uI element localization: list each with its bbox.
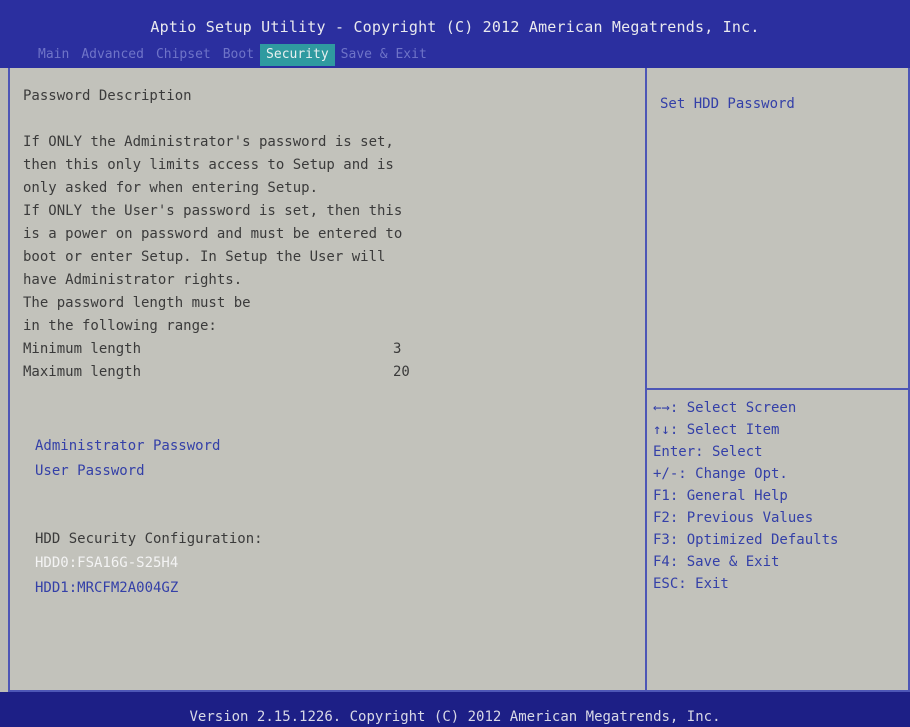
key-exit: ESC: Exit <box>653 576 729 592</box>
minimum-length-row: Minimum length 3 <box>23 338 623 361</box>
panel-divider <box>645 68 647 692</box>
app-title: Aptio Setup Utility - Copyright (C) 2012… <box>150 18 760 36</box>
description-line: only asked for when entering Setup. <box>23 180 319 196</box>
description-line: have Administrator rights. <box>23 272 243 288</box>
key-select-screen: ←→: Select Screen <box>653 400 797 416</box>
maximum-length-value: 20 <box>393 364 410 380</box>
tab-advanced[interactable]: Advanced <box>75 44 150 66</box>
description-line: boot or enter Setup. In Setup the User w… <box>23 249 386 265</box>
header-bar: Aptio Setup Utility - Copyright (C) 2012… <box>0 0 910 68</box>
maximum-length-row: Maximum length 20 <box>23 361 623 384</box>
minimum-length-value: 3 <box>393 341 402 357</box>
key-previous-values: F2: Previous Values <box>653 510 814 526</box>
maximum-length-label: Maximum length <box>23 364 142 380</box>
hdd-security-config-label: HDD Security Configuration: <box>35 531 263 547</box>
item-help-text: Set HDD Password <box>660 96 795 112</box>
key-legend: ←→: Select Screen ↑↓: Select Item Enter:… <box>653 397 903 595</box>
key-general-help: F1: General Help <box>653 488 788 504</box>
description-line: The password length must be <box>23 295 251 311</box>
tab-save-exit[interactable]: Save & Exit <box>335 44 433 66</box>
section-title: Password Description <box>23 88 192 104</box>
key-enter-select: Enter: Select <box>653 444 763 460</box>
key-optimized-defaults: F3: Optimized Defaults <box>653 532 839 548</box>
tab-security[interactable]: Security <box>260 44 335 66</box>
version-footer: Version 2.15.1226. Copyright (C) 2012 Am… <box>189 709 721 725</box>
tab-boot[interactable]: Boot <box>217 44 260 66</box>
footer-bar: Version 2.15.1226. Copyright (C) 2012 Am… <box>0 692 910 727</box>
hdd0-item[interactable]: HDD0:FSA16G-S25H4 <box>35 551 623 576</box>
administrator-password-item[interactable]: Administrator Password <box>35 434 623 459</box>
key-change-option: +/-: Change Opt. <box>653 466 788 482</box>
help-divider <box>647 388 908 390</box>
password-description: If ONLY the Administrator's password is … <box>23 131 623 338</box>
tab-bar: Main Advanced Chipset Boot Security Save… <box>32 44 433 66</box>
description-line: then this only limits access to Setup an… <box>23 157 394 173</box>
security-panel: Password Description If ONLY the Adminis… <box>23 88 623 601</box>
key-select-item: ↑↓: Select Item <box>653 422 780 438</box>
hdd1-item[interactable]: HDD1:MRCFM2A004GZ <box>35 576 623 601</box>
tab-chipset[interactable]: Chipset <box>150 44 217 66</box>
description-line: in the following range: <box>23 318 217 334</box>
user-password-item[interactable]: User Password <box>35 459 623 484</box>
tab-main[interactable]: Main <box>32 44 75 66</box>
description-line: is a power on password and must be enter… <box>23 226 403 242</box>
key-save-exit: F4: Save & Exit <box>653 554 780 570</box>
minimum-length-label: Minimum length <box>23 341 142 357</box>
description-line: If ONLY the Administrator's password is … <box>23 134 394 150</box>
description-line: If ONLY the User's password is set, then… <box>23 203 403 219</box>
